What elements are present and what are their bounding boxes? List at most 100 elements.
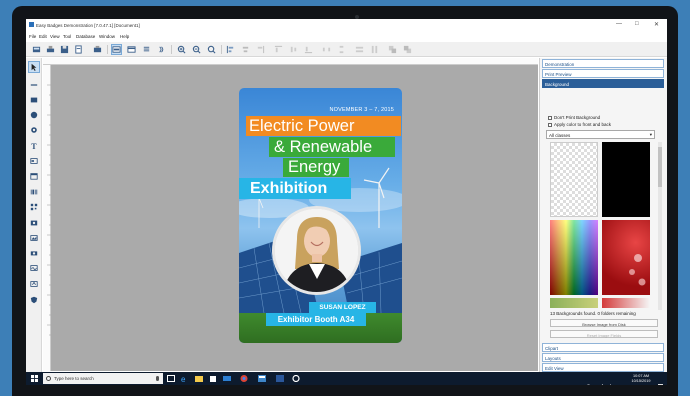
ellipse-tool-icon[interactable] — [29, 110, 39, 120]
mail-icon[interactable] — [223, 375, 231, 382]
align-left-icon[interactable] — [226, 45, 235, 54]
headline-line-4[interactable]: Exhibition — [239, 178, 351, 199]
maximize-button[interactable]: □ — [635, 21, 639, 27]
bring-front-icon[interactable] — [388, 45, 397, 54]
image-tool-icon[interactable] — [29, 233, 39, 243]
line-tool-icon[interactable] — [29, 80, 39, 90]
section-print-preview[interactable]: Print Preview — [542, 69, 664, 78]
menu-window[interactable]: Window — [99, 34, 115, 39]
headline-line-2[interactable]: & Renewable — [269, 137, 395, 157]
apply-both-checkbox[interactable] — [548, 122, 552, 127]
star-tool-icon[interactable] — [29, 125, 39, 135]
menu-view[interactable]: View — [50, 34, 60, 39]
backgrounds-status: 13 Backgrounds found. 0 folders remainin… — [550, 311, 636, 316]
menu-edit[interactable]: Edit — [39, 34, 47, 39]
distribute-vertical-icon[interactable] — [337, 45, 346, 54]
zoom-in-icon[interactable] — [177, 45, 186, 54]
distribute-horizontal-icon[interactable] — [322, 45, 331, 54]
calendar-tool-icon[interactable] — [29, 171, 39, 181]
battery-icon[interactable] — [616, 376, 621, 381]
windows-start-icon[interactable] — [31, 375, 38, 382]
magstripe-tool-icon[interactable] — [29, 279, 39, 289]
align-right-icon[interactable] — [256, 45, 265, 54]
section-clipart[interactable]: Clipart — [542, 343, 664, 352]
apply-both-sides-option[interactable]: Apply color to front and back — [548, 122, 611, 127]
same-width-icon[interactable] — [355, 45, 364, 54]
badge-card[interactable]: NOVEMBER 3 – 7, 2015 Electric Power & Re… — [239, 88, 402, 343]
headline-line-1[interactable]: Electric Power — [246, 116, 401, 136]
card-back-icon[interactable] — [127, 45, 136, 54]
edge-browser-icon[interactable]: e — [181, 375, 189, 382]
close-button[interactable]: ✕ — [654, 21, 659, 28]
menu-help[interactable]: Help — [120, 34, 129, 39]
print-icon[interactable] — [46, 45, 55, 54]
qrcode-tool-icon[interactable] — [29, 202, 39, 212]
rectangle-tool-icon[interactable] — [29, 95, 39, 105]
section-demonstration[interactable]: Demonstration — [542, 59, 664, 68]
browse-image-button[interactable]: Browse Image from Disk — [550, 319, 658, 327]
background-thumb-black[interactable] — [602, 142, 650, 217]
store-icon[interactable] — [209, 375, 217, 382]
card-printer-icon[interactable] — [93, 45, 102, 54]
menu-database[interactable]: Database — [76, 34, 95, 39]
attendee-photo[interactable] — [272, 206, 361, 295]
encode-icon[interactable] — [157, 45, 166, 54]
word-icon[interactable] — [276, 375, 284, 382]
menu-file[interactable]: File — [29, 34, 36, 39]
background-thumb-partial-1[interactable] — [550, 298, 598, 308]
background-thumb-red-ornaments[interactable] — [602, 220, 650, 295]
text-tool-icon[interactable]: T — [29, 141, 39, 151]
taskbar-search-input[interactable]: Type here to search — [43, 373, 163, 384]
menu-tool[interactable]: Tool — [63, 34, 71, 39]
background-category-select[interactable]: All classes ▾ — [546, 130, 655, 139]
background-thumb-partial-2[interactable] — [602, 298, 650, 308]
settings-gear-icon[interactable] — [292, 375, 300, 382]
align-middle-icon[interactable] — [289, 45, 298, 54]
align-top-icon[interactable] — [274, 45, 283, 54]
zoom-fit-icon[interactable] — [207, 45, 216, 54]
task-view-icon[interactable] — [167, 375, 175, 382]
card-front-icon[interactable] — [111, 44, 122, 55]
thumbnails-scrollbar[interactable] — [658, 142, 662, 310]
camera-tool-icon[interactable] — [29, 248, 39, 258]
chrome-icon[interactable] — [240, 375, 248, 382]
barcode-tool-icon[interactable] — [29, 187, 39, 197]
booth-label[interactable]: Exhibitor Booth A34 — [266, 313, 366, 326]
same-height-icon[interactable] — [370, 45, 379, 54]
send-back-icon[interactable] — [403, 45, 412, 54]
notifications-icon[interactable] — [658, 376, 663, 385]
section-layouts[interactable]: Layouts — [542, 353, 664, 362]
network-icon[interactable] — [598, 376, 603, 385]
easy-badges-app-icon[interactable] — [258, 375, 266, 382]
background-thumb-transparent[interactable] — [550, 142, 598, 217]
zoom-out-icon[interactable] — [192, 45, 201, 54]
signature-tool-icon[interactable] — [29, 263, 39, 273]
field-tool-icon[interactable] — [29, 156, 39, 166]
attendee-name[interactable]: SUSAN LOPEZ — [309, 302, 376, 313]
section-background[interactable]: Background — [542, 79, 664, 88]
person-tray-icon[interactable] — [586, 376, 591, 385]
file-explorer-icon[interactable] — [195, 375, 203, 382]
design-canvas[interactable]: NOVEMBER 3 – 7, 2015 Electric Power & Re… — [51, 65, 538, 371]
align-bottom-icon[interactable] — [304, 45, 313, 54]
headline-line-3[interactable]: Energy — [283, 158, 349, 177]
reset-image-button[interactable]: Reset Image Fields — [550, 330, 658, 338]
document-icon[interactable] — [74, 45, 83, 54]
section-edit-view[interactable]: Edit View — [542, 363, 664, 372]
microphone-icon[interactable] — [156, 376, 159, 381]
dont-print-checkbox[interactable] — [548, 115, 552, 120]
align-center-icon[interactable] — [241, 45, 250, 54]
dont-print-background-option[interactable]: Don't Print Background — [548, 115, 600, 120]
background-thumb-spectrum[interactable] — [550, 220, 598, 295]
barcode-icon[interactable] — [142, 45, 151, 54]
photo-tool-icon[interactable] — [29, 218, 39, 228]
volume-icon[interactable] — [607, 376, 612, 385]
new-document-icon[interactable] — [32, 45, 41, 54]
scrollbar-thumb[interactable] — [658, 147, 662, 187]
save-icon[interactable] — [60, 45, 69, 54]
shield-tool-icon[interactable] — [29, 295, 39, 305]
system-clock[interactable]: 10:07 AM 10/15/2019 — [628, 374, 654, 383]
toolbar-separator — [107, 45, 108, 54]
minimize-button[interactable]: — — [616, 21, 622, 27]
pointer-tool-icon[interactable] — [28, 61, 40, 73]
